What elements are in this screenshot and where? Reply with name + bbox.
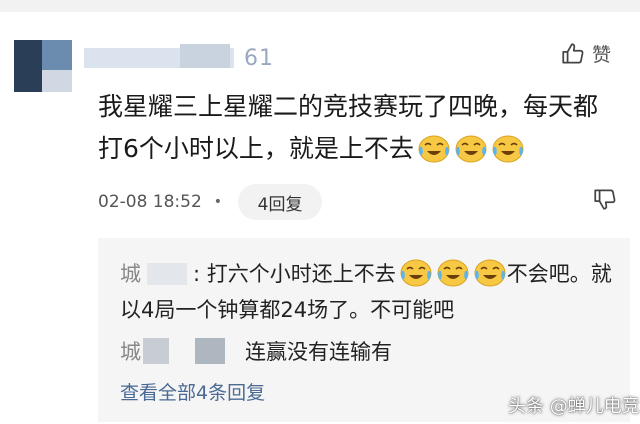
thumbs-up-icon: [562, 42, 584, 64]
comment-line-2-text: 打6个小时以上，就是上不去: [98, 134, 414, 163]
comment-meta: 02-08 18:52 • 4回复: [98, 184, 323, 220]
reply-2-text: 连赢没有连输有: [245, 340, 392, 364]
comment-line-2: 打6个小时以上，就是上不去: [98, 128, 628, 170]
crying-laughing-emoji-icon: [455, 135, 487, 163]
crying-laughing-emoji-icon: [474, 259, 506, 287]
reply-1-text-a: : 打六个小时还上不去: [193, 262, 396, 286]
avatar[interactable]: [14, 40, 72, 92]
reply-count-button[interactable]: 4回复: [238, 184, 323, 220]
crying-laughing-emoji-icon: [418, 135, 450, 163]
username-blur: [180, 44, 230, 68]
thumbs-down-icon[interactable]: [592, 186, 618, 212]
comment-text: 我星耀三上星耀二的竞技赛玩了四晚，每天都 打6个小时以上，就是上不去: [98, 86, 628, 170]
crying-laughing-emoji-icon: [492, 135, 524, 163]
reply-2-author[interactable]: 城: [120, 340, 141, 364]
crying-laughing-emoji-icon: [400, 259, 432, 287]
username[interactable]: 61: [84, 44, 274, 71]
crying-laughing-emoji-icon: [437, 259, 469, 287]
reply-2-author-blur: [195, 338, 225, 364]
reply-2[interactable]: 城 连赢没有连输有: [120, 334, 392, 370]
watermark: 头条 @蝉儿电竞: [508, 392, 640, 418]
like-button[interactable]: 赞: [560, 40, 611, 67]
username-visible-part: 61: [244, 46, 274, 71]
like-label: 赞: [592, 44, 612, 66]
timestamp: 02-08 18:52: [98, 192, 202, 212]
more-dot[interactable]: •: [214, 194, 222, 210]
reply-1-author-blur: [147, 263, 187, 285]
reply-2-author-blur: [143, 338, 169, 364]
reply-1[interactable]: 城: 打六个小时还上不去 不会吧。就以4局一个钟算都24场了。不可能吧: [120, 256, 620, 328]
view-all-replies-link[interactable]: 查看全部4条回复: [120, 378, 265, 405]
top-divider: [0, 0, 640, 12]
reply-1-author[interactable]: 城: [120, 262, 141, 286]
comment-line-1: 我星耀三上星耀二的竞技赛玩了四晚，每天都: [98, 92, 599, 121]
watermark-text: 头条 @蝉儿电竞: [508, 396, 640, 417]
